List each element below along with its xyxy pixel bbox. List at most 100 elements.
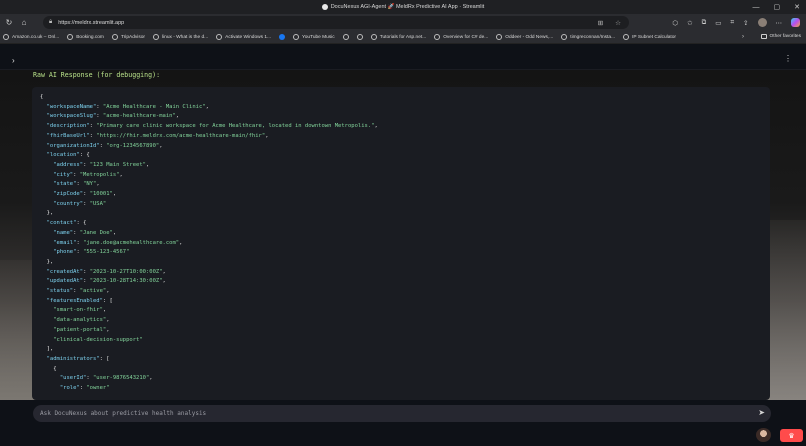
collections-icon[interactable]: ⧉	[702, 19, 707, 27]
other-favorites[interactable]: Other favorites	[760, 34, 801, 39]
json-value: "patient-portal"	[53, 326, 107, 333]
json-line: "email": "jane.doe@acmehealthcare.com",	[53, 239, 183, 246]
json-line: "state": "NY",	[53, 181, 100, 188]
json-key: "workspaceSlug"	[46, 113, 97, 120]
bookmark-activate-windows[interactable]: Activate Windows 1...	[216, 34, 271, 40]
sidebar-expand-chevron-icon[interactable]: ›	[12, 56, 15, 65]
favorite-star-icon[interactable]: ☆	[615, 19, 621, 27]
json-value: "10001"	[89, 191, 113, 198]
json-key: "city"	[53, 171, 74, 178]
maximize-button[interactable]: ▢	[774, 3, 781, 11]
json-value: "smart-on-fhir"	[53, 307, 103, 314]
app-favicon-icon	[321, 4, 328, 10]
screen-cast-icon[interactable]: ▭	[715, 19, 721, 27]
json-value: [	[106, 355, 110, 362]
user-avatar[interactable]	[756, 428, 771, 442]
favorites-icon[interactable]: ✩	[687, 19, 692, 27]
bookmark-tripadvisor[interactable]: TripAdvisor	[111, 34, 145, 40]
globe-icon	[434, 34, 441, 40]
json-value: "123 Main Street"	[89, 161, 146, 168]
bookmark-globe-1[interactable]	[342, 34, 349, 40]
json-value: {	[53, 365, 57, 372]
bookmark-youtube-music[interactable]: YouTube Music	[293, 34, 335, 40]
json-line: "patient-portal",	[53, 326, 110, 333]
json-line: },	[46, 258, 54, 265]
bookmark-label: Tutorials for Asp.net...	[379, 34, 427, 40]
json-line: "phone": "555-123-4567"	[53, 249, 130, 256]
json-key: "zipCode"	[53, 191, 84, 198]
main-menu-icon[interactable]: ⋮	[784, 54, 792, 63]
chat-input-container[interactable]: ➤	[33, 405, 771, 422]
bookmark-csharp[interactable]: Overview for C# de...	[434, 34, 488, 40]
json-line: "name": "Jane Doe",	[53, 229, 117, 236]
json-line: {	[40, 365, 762, 375]
json-value: "Metropolis"	[79, 171, 120, 178]
shopping-icon[interactable]: ⌗	[730, 19, 734, 27]
json-line: "createdAt": "2023-10-27T10:00:00Z",	[46, 268, 166, 275]
json-line: "administrators": [	[46, 355, 110, 362]
address-bar[interactable]: 🔒︎ https://meldrx.streamlit.app ⊞ ☆	[43, 16, 629, 29]
bookmark-aspnet[interactable]: Tutorials for Asp.net...	[370, 34, 427, 40]
profile-avatar-icon[interactable]	[757, 18, 767, 27]
json-value: "org-1234567890"	[106, 142, 160, 149]
json-line: "workspaceSlug": "acme-healthcare-main",	[46, 113, 180, 120]
lock-icon[interactable]: 🔒︎	[49, 19, 52, 26]
bookmark-globe-2[interactable]	[356, 34, 363, 40]
globe-icon	[67, 34, 74, 40]
json-key: "role"	[59, 385, 80, 392]
other-favorites-label: Other favorites	[769, 34, 801, 39]
url-text[interactable]: https://meldrx.streamlit.app	[58, 20, 124, 26]
bookmark-linux[interactable]: linux - What is the d...	[153, 34, 208, 40]
json-line: "featuresEnabled": [	[46, 297, 113, 304]
chat-input[interactable]	[40, 410, 740, 417]
chevron-right-icon[interactable]: ›	[742, 34, 744, 40]
json-value: "2023-10-27T10:00:00Z"	[89, 268, 163, 275]
json-line: {	[40, 93, 762, 103]
bookmark-label: Booking.com	[76, 34, 104, 40]
window-title-bar: DocuNexus AGI-Agent 🚀 MeldRx Predictive …	[0, 0, 806, 14]
json-value: "NY"	[83, 181, 97, 188]
bookmark-booking[interactable]: Booking.com	[67, 34, 104, 40]
bookmark-label: timgreconnan/Insta...	[570, 34, 616, 40]
globe-icon	[293, 34, 299, 40]
json-key: "workspaceName"	[46, 103, 97, 110]
json-line: "address": "123 Main Street",	[53, 161, 150, 168]
json-value: }	[46, 258, 50, 265]
app-available-icon[interactable]: ⊞	[598, 19, 603, 27]
json-value: "Primary care clinic workspace for Acme …	[96, 123, 375, 130]
bookmark-subnet[interactable]: IP Subnet Calculator	[623, 34, 676, 40]
json-value: {	[83, 220, 87, 227]
browser-toolbar: ↻ ⌂ 🔒︎ https://meldrx.streamlit.app ⊞ ☆ …	[0, 14, 806, 31]
bookmark-label: Activate Windows 1...	[225, 34, 271, 40]
bookmark-oddeer[interactable]: Oddeer - Odd News,...	[496, 34, 553, 40]
json-value: "2023-10-28T14:30:00Z"	[89, 278, 163, 285]
json-line: "country": "USA"	[53, 200, 107, 207]
json-key: "featuresEnabled"	[46, 297, 103, 304]
json-value: "jane.doe@acmehealthcare.com"	[83, 239, 180, 246]
share-icon[interactable]: ⇪	[743, 19, 748, 27]
minimize-button[interactable]: —	[753, 4, 760, 11]
json-line: "organizationId": "org-1234567890",	[46, 142, 163, 149]
streamlit-crown-icon[interactable]: ♛	[780, 429, 803, 442]
json-key: "location"	[46, 152, 80, 159]
json-key: "fhirBaseUrl"	[46, 132, 90, 139]
json-line: "role": "owner"	[59, 385, 110, 392]
copilot-icon[interactable]	[791, 18, 800, 27]
bookmark-amazon[interactable]: Amazon.co.uk – Onl...	[3, 34, 59, 40]
send-icon[interactable]: ➤	[758, 408, 765, 417]
json-key: "organizationId"	[46, 142, 100, 149]
json-line: "city": "Metropolis",	[53, 171, 123, 178]
home-icon[interactable]: ⌂	[18, 17, 30, 29]
more-options-icon[interactable]: ⋯	[776, 19, 783, 27]
bookmark-insta[interactable]: timgreconnan/Insta...	[561, 34, 615, 40]
json-key: "country"	[53, 200, 84, 207]
json-value: "clinical-decision-support"	[53, 336, 143, 343]
json-value: }	[46, 210, 50, 217]
bookmark-facebook[interactable]	[279, 34, 285, 40]
extensions-icon[interactable]: ⬡	[672, 19, 678, 27]
close-button[interactable]: ✕	[794, 3, 800, 11]
json-line: "contact": {	[46, 220, 87, 227]
refresh-icon[interactable]: ↻	[3, 17, 15, 29]
globe-icon	[370, 34, 377, 40]
json-key: "createdAt"	[46, 268, 84, 275]
